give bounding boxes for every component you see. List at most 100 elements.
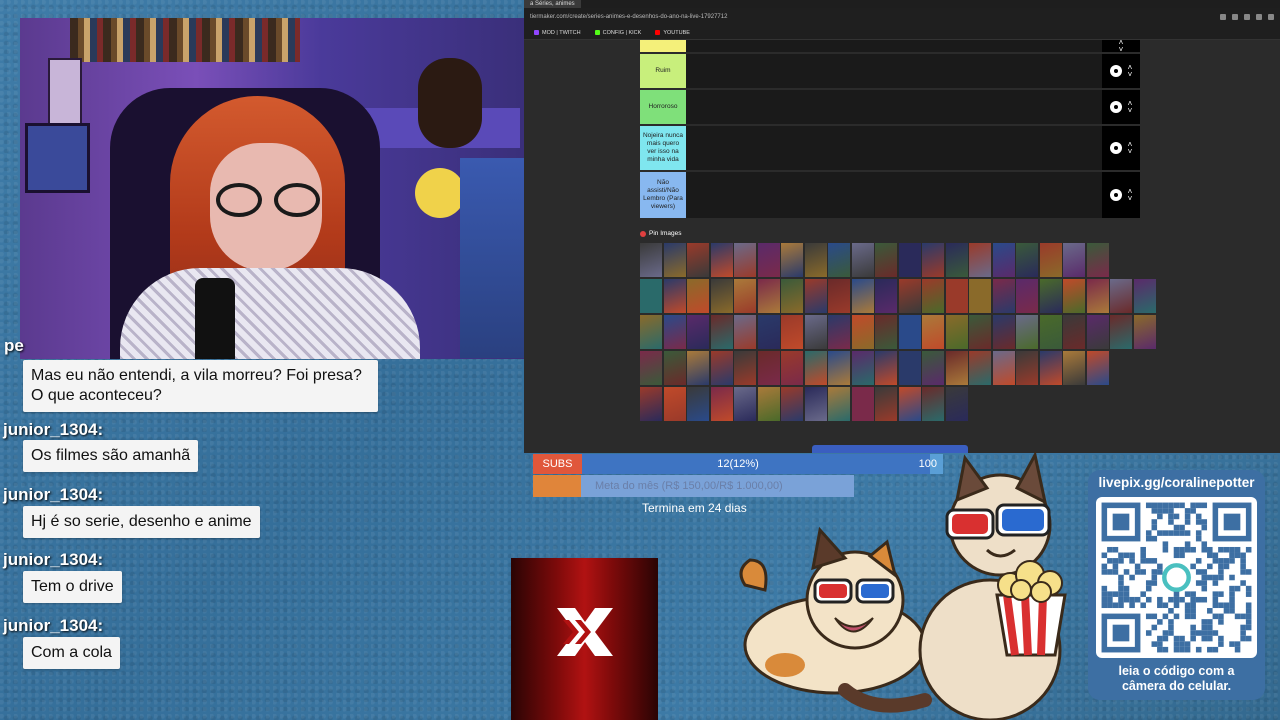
tier-item-poster[interactable]	[922, 243, 944, 277]
gear-icon[interactable]	[1109, 65, 1122, 77]
tier-item-poster[interactable]	[710, 279, 733, 313]
tier-item-poster[interactable]	[922, 351, 944, 385]
tier-item-poster[interactable]	[875, 387, 897, 421]
tier-item-poster[interactable]	[898, 315, 921, 349]
tier-item-poster[interactable]	[898, 387, 921, 421]
tier-item-poster[interactable]	[1086, 315, 1109, 349]
tier-drop-zone[interactable]	[686, 54, 1102, 88]
tier-item-poster[interactable]	[1086, 351, 1109, 385]
tier-item-poster[interactable]	[1039, 279, 1062, 313]
tier-item-poster[interactable]	[828, 243, 850, 277]
bookmark-kick[interactable]: CONFIG | KICK	[594, 30, 641, 36]
address-bar[interactable]: tiermaker.com/create/series-animes-e-des…	[524, 8, 1280, 26]
tier-item-poster[interactable]	[734, 387, 756, 421]
tier-item-poster[interactable]	[851, 315, 874, 349]
extension-icon[interactable]	[1220, 14, 1226, 20]
url-text[interactable]: tiermaker.com/create/series-animes-e-des…	[530, 14, 727, 20]
tier-item-poster[interactable]	[710, 387, 733, 421]
tier-item-poster[interactable]	[757, 351, 780, 385]
tier-item-poster[interactable]	[781, 243, 803, 277]
gear-icon[interactable]	[1109, 101, 1122, 113]
tier-item-poster[interactable]	[969, 315, 991, 349]
tier-item-poster[interactable]	[922, 279, 944, 313]
tier-item-poster[interactable]	[640, 243, 662, 277]
tier-item-poster[interactable]	[898, 351, 921, 385]
chevron-down-icon[interactable]: ˅	[1128, 107, 1133, 115]
tier-item-poster[interactable]	[992, 351, 1015, 385]
tier-item-poster[interactable]	[945, 351, 968, 385]
tier-item-poster[interactable]	[757, 279, 780, 313]
tier-item-poster[interactable]	[640, 279, 662, 313]
tier-item-poster[interactable]	[945, 315, 968, 349]
tier-item-poster[interactable]	[804, 351, 827, 385]
tier-item-poster[interactable]	[804, 279, 827, 313]
tier-item-poster[interactable]	[734, 243, 756, 277]
gear-icon[interactable]	[1109, 142, 1122, 154]
tier-item-poster[interactable]	[992, 315, 1015, 349]
chevron-down-icon[interactable]: ˅	[1128, 195, 1133, 203]
tier-item-poster[interactable]	[1063, 243, 1085, 277]
tier-item-poster[interactable]	[1110, 315, 1132, 349]
tier-item-poster[interactable]	[687, 279, 709, 313]
tier-item-poster[interactable]	[851, 243, 874, 277]
browser-tab[interactable]: a Séries, animes	[524, 0, 581, 8]
tier-item-poster[interactable]	[898, 279, 921, 313]
tier-item-poster[interactable]	[1016, 279, 1038, 313]
tier-item-poster[interactable]	[640, 351, 662, 385]
tier-label[interactable]: Nojeira nunca mais quero ver isso na min…	[640, 126, 686, 170]
tier-item-poster[interactable]	[1063, 315, 1085, 349]
tier-item-poster[interactable]	[1039, 351, 1062, 385]
extension-icon[interactable]	[1256, 14, 1262, 20]
tier-item-poster[interactable]	[663, 351, 686, 385]
tier-item-poster[interactable]	[969, 351, 991, 385]
tier-item-poster[interactable]	[992, 243, 1015, 277]
tier-item-poster[interactable]	[969, 279, 991, 313]
tier-item-poster[interactable]	[734, 351, 756, 385]
tier-item-poster[interactable]	[922, 387, 944, 421]
tier-item-poster[interactable]	[945, 243, 968, 277]
tier-item-poster[interactable]	[1063, 351, 1085, 385]
tier-item-poster[interactable]	[1039, 243, 1062, 277]
tier-item-poster[interactable]	[781, 315, 803, 349]
tier-item-poster[interactable]	[710, 351, 733, 385]
tier-item-poster[interactable]	[1133, 279, 1156, 313]
tier-item-poster[interactable]	[875, 279, 897, 313]
bookmark-twitch[interactable]: MOD | TWITCH	[534, 30, 581, 36]
tier-item-poster[interactable]	[945, 387, 968, 421]
pin-images-toggle[interactable]: Pin Images	[640, 230, 682, 237]
tier-item-poster[interactable]	[945, 279, 968, 313]
tier-item-poster[interactable]	[875, 351, 897, 385]
tier-item-poster[interactable]	[828, 351, 850, 385]
tier-item-poster[interactable]	[969, 243, 991, 277]
tier-item-poster[interactable]	[663, 315, 686, 349]
tier-item-poster[interactable]	[757, 315, 780, 349]
tier-drop-zone[interactable]	[686, 90, 1102, 124]
tier-label[interactable]	[640, 40, 686, 52]
gear-icon[interactable]	[1109, 189, 1122, 201]
tier-item-poster[interactable]	[640, 315, 662, 349]
tier-item-poster[interactable]	[804, 387, 827, 421]
tier-item-poster[interactable]	[804, 243, 827, 277]
extension-icon[interactable]	[1232, 14, 1238, 20]
tier-item-poster[interactable]	[875, 315, 897, 349]
tier-item-poster[interactable]	[710, 315, 733, 349]
tier-item-poster[interactable]	[687, 243, 709, 277]
tier-drop-zone[interactable]	[686, 40, 1102, 52]
tier-drop-zone[interactable]	[686, 172, 1102, 218]
tier-item-poster[interactable]	[1016, 243, 1038, 277]
chevron-down-icon[interactable]: ˅	[1128, 148, 1133, 156]
tier-item-poster[interactable]	[1086, 279, 1109, 313]
tier-item-poster[interactable]	[851, 387, 874, 421]
bookmark-youtube[interactable]: YOUTUBE	[655, 30, 690, 36]
chevron-down-icon[interactable]: ˅	[1128, 71, 1133, 79]
tier-item-poster[interactable]	[898, 243, 921, 277]
tier-item-poster[interactable]	[687, 351, 709, 385]
tier-drop-zone[interactable]	[686, 126, 1102, 170]
tier-item-poster[interactable]	[922, 315, 944, 349]
tier-item-poster[interactable]	[781, 351, 803, 385]
tier-item-poster[interactable]	[757, 387, 780, 421]
tier-item-poster[interactable]	[1039, 315, 1062, 349]
tier-item-poster[interactable]	[687, 315, 709, 349]
tier-item-poster[interactable]	[1110, 279, 1132, 313]
tier-item-poster[interactable]	[1016, 351, 1038, 385]
